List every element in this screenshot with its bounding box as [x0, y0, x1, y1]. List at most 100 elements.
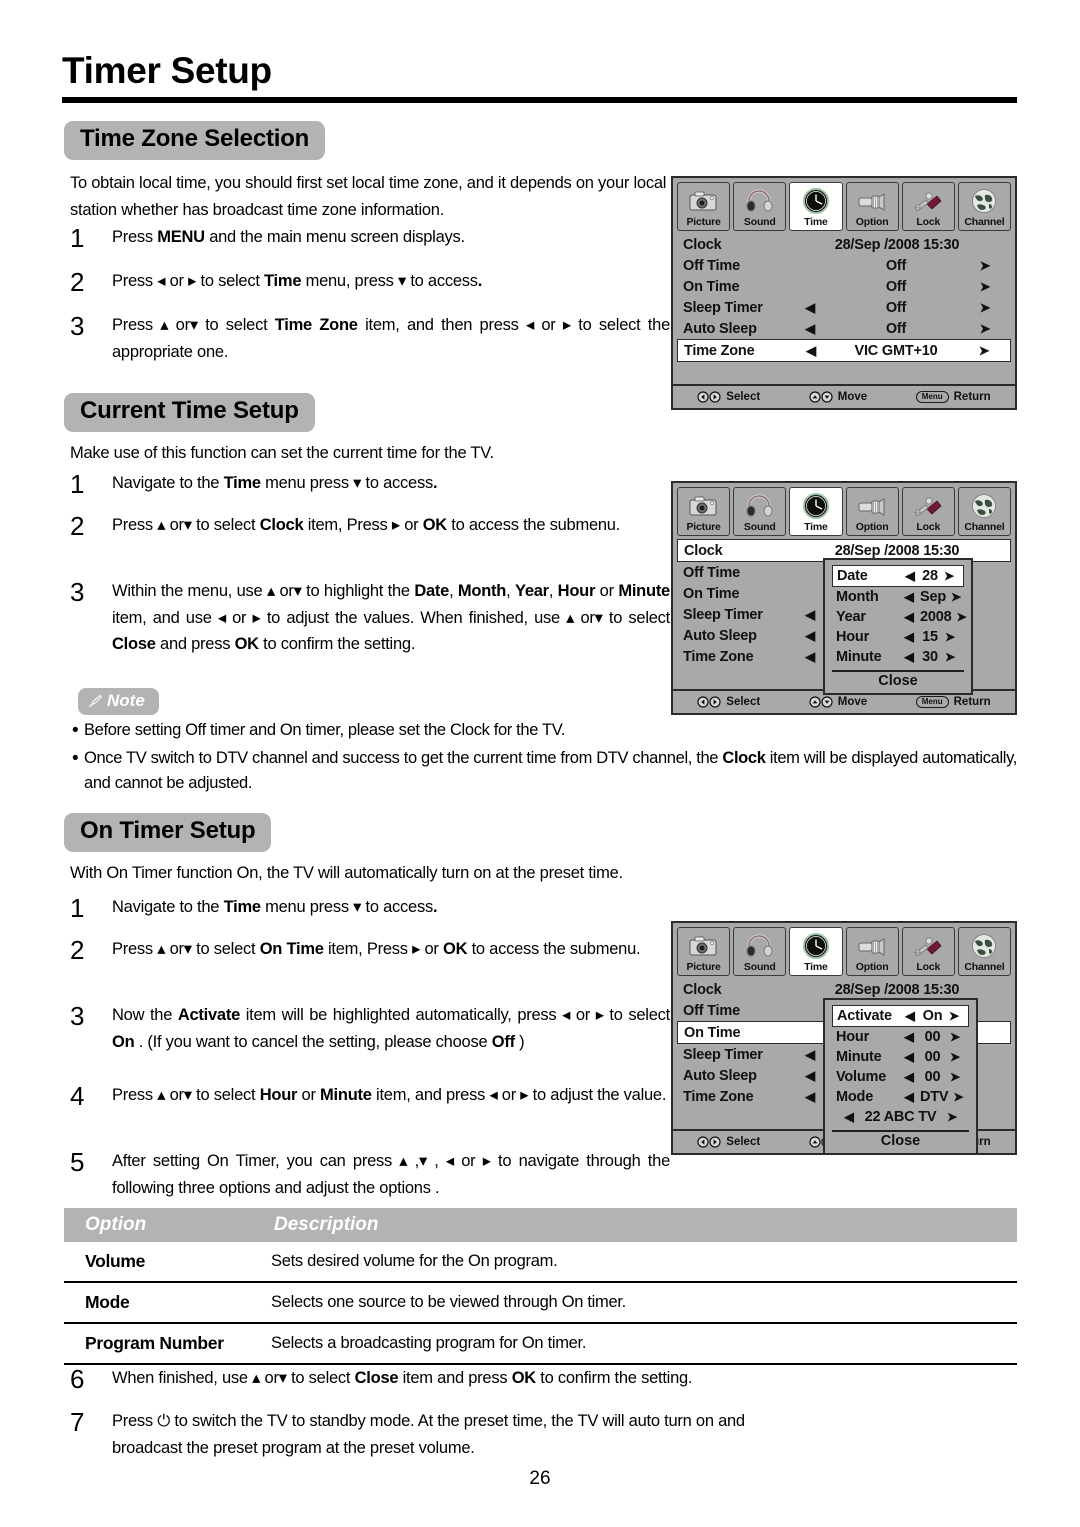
camera-icon: [681, 186, 727, 216]
manual-page: Timer Setup Time Zone Selection To obtai…: [0, 0, 1080, 1527]
osd-footer-select-label: Select: [726, 1136, 761, 1149]
osd-row-on-time[interactable]: On Time Off ➤: [677, 276, 1011, 297]
right-arrow-icon[interactable]: ➤: [945, 1071, 965, 1084]
submenu-row-year[interactable]: Year ◀ 2008 ➤: [832, 607, 967, 627]
left-arrow-icon[interactable]: ◀: [794, 344, 828, 357]
osd-row-label: Clock: [684, 542, 723, 559]
table-row: Program Number Selects a broadcasting pr…: [64, 1324, 1017, 1365]
osd-row-value: Off: [885, 278, 907, 295]
osd-tab-picture[interactable]: Picture: [677, 487, 731, 537]
osd-row-auto-sleep[interactable]: Auto Sleep ◀ Off ➤: [677, 318, 1011, 339]
osd-tab-option[interactable]: Option: [845, 927, 899, 977]
step-item: 2 Press ▴ or▾ to select On Time item, Pr…: [70, 936, 670, 963]
submenu-row-program-number[interactable]: ◀ 22 ABC TV ➤: [832, 1107, 969, 1127]
step-item: 7 Press ⏻ to switch the TV to standby mo…: [70, 1408, 790, 1461]
left-arrow-icon[interactable]: ◀: [898, 611, 920, 624]
left-arrow-icon[interactable]: ◀: [898, 631, 920, 644]
left-arrow-icon[interactable]: ◀: [899, 1010, 921, 1023]
right-arrow-icon[interactable]: ➤: [939, 570, 959, 583]
right-arrow-icon[interactable]: ➤: [965, 259, 1005, 272]
right-arrow-icon[interactable]: ➤: [946, 591, 966, 604]
right-arrow-icon[interactable]: ➤: [945, 1051, 965, 1064]
osd-tab-label: Channel: [964, 961, 1005, 973]
osd-tab-channel[interactable]: Channel: [957, 927, 1012, 977]
osd-tab-time[interactable]: Time: [789, 182, 843, 232]
left-arrow-icon[interactable]: ◀: [898, 1091, 920, 1104]
right-arrow-icon[interactable]: ➤: [965, 280, 1005, 293]
submenu-row-hour[interactable]: Hour ◀ 00 ➤: [832, 1027, 969, 1047]
step-number: 2: [70, 935, 85, 965]
submenu-row-label: Year: [836, 609, 866, 626]
osd-footer-select: Select: [697, 1136, 760, 1148]
osd-menu-list: Clock 28/Sep /2008 15:30 Off Time Off ➤ …: [673, 231, 1015, 382]
left-arrow-icon[interactable]: ◀: [899, 570, 921, 583]
submenu-row-date[interactable]: Date ◀ 28 ➤: [832, 565, 964, 588]
left-arrow-icon[interactable]: ◀: [793, 608, 827, 621]
submenu-row-mode[interactable]: Mode ◀ DTV ➤: [832, 1087, 969, 1107]
submenu-row-value: 00: [924, 1069, 941, 1086]
step-number: 4: [70, 1081, 85, 1111]
submenu-close-button[interactable]: Close: [832, 1130, 969, 1149]
right-arrow-icon[interactable]: ➤: [965, 322, 1005, 335]
step-item: 3 Press ▴ or▾ to select Time Zone item, …: [70, 312, 670, 365]
right-arrow-icon[interactable]: ➤: [964, 344, 1004, 357]
left-arrow-icon[interactable]: ◀: [793, 322, 827, 335]
osd-submenu-clock: Date ◀ 28 ➤ Month ◀ Sep ➤ Year ◀ 2008 ➤: [823, 558, 973, 696]
right-arrow-icon[interactable]: ➤: [940, 651, 960, 664]
osd-tab-lock[interactable]: Lock: [901, 927, 955, 977]
left-arrow-icon[interactable]: ◀: [836, 1111, 862, 1124]
osd-row-off-time[interactable]: Off Time Off ➤: [677, 255, 1011, 276]
osd-row-time-zone[interactable]: Time Zone ◀ VIC GMT+10 ➤: [677, 339, 1011, 363]
osd-tab-sound[interactable]: Sound: [733, 487, 787, 537]
right-arrow-icon[interactable]: ➤: [940, 631, 960, 644]
osd-tab-label: Time: [804, 521, 828, 533]
osd-submenu-on-time: Activate ◀ On ➤ Hour ◀ 00 ➤ Minute ◀ 00 …: [823, 998, 978, 1156]
right-arrow-icon[interactable]: ➤: [948, 1091, 968, 1104]
left-arrow-icon[interactable]: ◀: [793, 629, 827, 642]
submenu-row-label: Hour: [836, 629, 870, 646]
left-arrow-icon[interactable]: ◀: [898, 651, 920, 664]
left-arrow-icon[interactable]: ◀: [898, 591, 920, 604]
left-arrow-icon[interactable]: ◀: [793, 301, 827, 314]
right-arrow-icon[interactable]: ➤: [965, 301, 1005, 314]
left-arrow-icon[interactable]: ◀: [793, 650, 827, 663]
submenu-row-minute[interactable]: Minute ◀ 30 ➤: [832, 647, 964, 667]
submenu-row-activate[interactable]: Activate ◀ On ➤: [832, 1005, 969, 1028]
osd-tab-picture[interactable]: Picture: [677, 182, 731, 232]
step-item: 4 Press ▴ or▾ to select Hour or Minute i…: [70, 1082, 670, 1109]
osd-tab-time[interactable]: Time: [789, 927, 843, 977]
right-arrow-icon[interactable]: ➤: [951, 611, 971, 624]
left-arrow-icon[interactable]: ◀: [793, 1069, 827, 1082]
right-arrow-icon[interactable]: ➤: [944, 1010, 964, 1023]
submenu-row-month[interactable]: Month ◀ Sep ➤: [832, 587, 964, 607]
osd-row-clock[interactable]: Clock 28/Sep /2008 15:30: [677, 234, 1011, 255]
osd-tab-sound[interactable]: Sound: [733, 182, 787, 232]
osd-row-clock[interactable]: Clock 28/Sep /2008 15:30: [677, 979, 1011, 1000]
osd-tab-channel[interactable]: Channel: [957, 182, 1012, 232]
submenu-row-hour[interactable]: Hour ◀ 15 ➤: [832, 627, 964, 647]
osd-tab-lock[interactable]: Lock: [901, 182, 955, 232]
osd-tab-picture[interactable]: Picture: [677, 927, 731, 977]
left-arrow-icon[interactable]: ◀: [898, 1031, 920, 1044]
osd-menu-list: Clock 28/Sep /2008 15:30 Off Time On Tim…: [673, 536, 1015, 696]
osd-row-sleep-timer[interactable]: Sleep Timer ◀ Off ➤: [677, 297, 1011, 318]
osd-tab-time[interactable]: Time: [789, 487, 843, 537]
step-number: 6: [70, 1364, 85, 1394]
submenu-row-volume[interactable]: Volume ◀ 00 ➤: [832, 1067, 969, 1087]
right-arrow-icon[interactable]: ➤: [945, 1031, 965, 1044]
submenu-row-label: Minute: [836, 1049, 882, 1066]
step-item: 3 Now the Activate item will be highligh…: [70, 1002, 670, 1055]
left-arrow-icon[interactable]: ◀: [898, 1051, 920, 1064]
osd-tab-channel[interactable]: Channel: [957, 487, 1012, 537]
osd-tab-sound[interactable]: Sound: [733, 927, 787, 977]
osd-tab-lock[interactable]: Lock: [901, 487, 955, 537]
right-arrow-icon[interactable]: ➤: [939, 1111, 965, 1124]
left-arrow-icon[interactable]: ◀: [898, 1071, 920, 1084]
table-cell-description: Sets desired volume for the On program.: [271, 1252, 558, 1270]
left-arrow-icon[interactable]: ◀: [793, 1048, 827, 1061]
left-arrow-icon[interactable]: ◀: [793, 1090, 827, 1103]
submenu-row-minute[interactable]: Minute ◀ 00 ➤: [832, 1047, 969, 1067]
submenu-close-button[interactable]: Close: [832, 670, 964, 689]
osd-tab-option[interactable]: Option: [845, 487, 899, 537]
osd-tab-option[interactable]: Option: [845, 182, 899, 232]
